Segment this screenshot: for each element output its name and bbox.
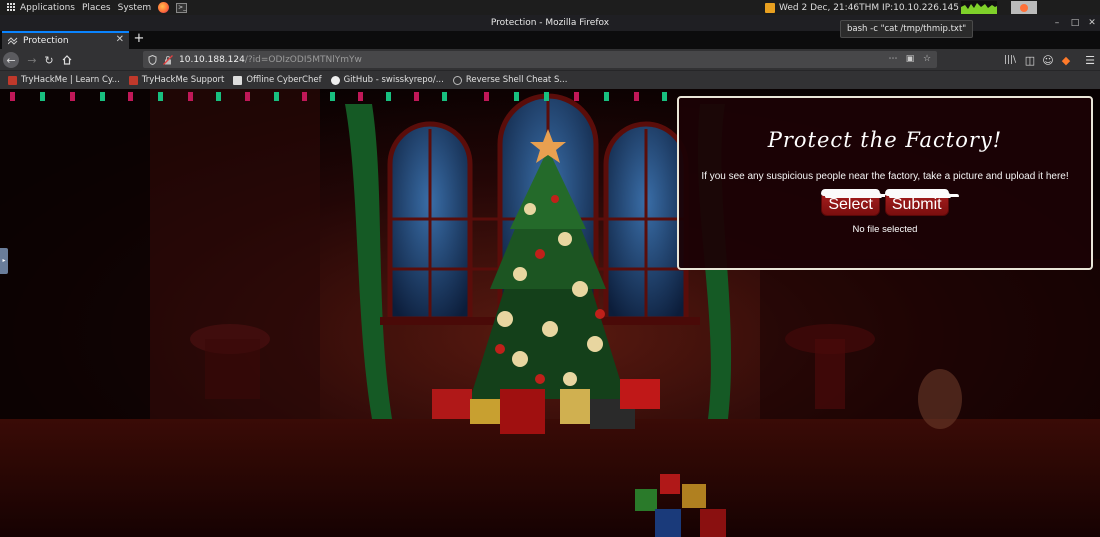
page-title: Protect the Factory! <box>767 128 1003 152</box>
library-button[interactable]: |||\ <box>1002 52 1018 68</box>
sidebars-button[interactable]: ◫ <box>1022 52 1038 68</box>
maximize-icon[interactable]: □ <box>1066 15 1084 31</box>
bookmark-label: TryHackMe Support <box>141 75 225 85</box>
select-file-button[interactable]: Select <box>821 189 881 216</box>
reload-button[interactable]: ↻ <box>41 52 57 68</box>
hamburger-menu-icon: ☰ <box>1085 53 1095 67</box>
bookmark-reverse-shell[interactable]: Reverse Shell Cheat S... <box>452 75 568 85</box>
account-icon: ☺ <box>1042 53 1054 67</box>
url-path: /?id=ODIzODI5MTNlYmYw <box>244 54 362 65</box>
applications-menu[interactable]: Applications <box>7 3 75 13</box>
sidebar-toggle-tab[interactable]: ▸ <box>0 248 8 274</box>
navigation-toolbar: ← → ↻ 10.10.188.124 /?id=ODIzODI5MTNlYmY… <box>0 49 1100 70</box>
tryhackme-icon <box>8 75 17 85</box>
reload-icon: ↻ <box>44 53 54 67</box>
bookmark-label: GitHub - swisskyrepo/... <box>343 75 444 85</box>
window-title: Protection - Mozilla Firefox <box>490 18 610 28</box>
forward-button[interactable]: → <box>24 52 40 68</box>
tab-label: Protection <box>23 36 69 46</box>
shield-icon[interactable] <box>148 54 157 65</box>
sidebar-icon: ◫ <box>1024 53 1036 67</box>
upload-button-row: Select Submit <box>679 189 1091 216</box>
upload-instructions: If you see any suspicious people near th… <box>701 171 1069 182</box>
cyberchef-icon <box>233 75 243 85</box>
firefox-icon <box>158 2 170 13</box>
account-button[interactable]: ☺ <box>1040 52 1056 68</box>
select-button-label: Select <box>828 196 873 213</box>
thm-ip-indicator[interactable]: THM IP:10.10.226.145 <box>859 3 959 13</box>
home-icon <box>62 55 72 65</box>
cpu-graph[interactable] <box>961 1 998 14</box>
tab-favicon-icon <box>8 37 18 45</box>
back-button[interactable]: ← <box>3 52 19 68</box>
close-tab-icon[interactable]: ✕ <box>116 34 124 45</box>
terminal-icon: >_ <box>176 2 188 13</box>
tab-protection[interactable]: Protection ✕ <box>2 31 129 49</box>
upload-panel: Protect the Factory! If you see any susp… <box>677 96 1093 270</box>
places-label: Places <box>81 2 111 13</box>
clock[interactable]: Wed 2 Dec, 21:46 <box>779 3 859 13</box>
submit-button-label: Submit <box>891 196 942 213</box>
library-icon: |||\ <box>1003 55 1017 65</box>
minimize-icon[interactable]: – <box>1048 15 1066 31</box>
submit-button[interactable]: Submit <box>884 189 949 216</box>
back-arrow-icon: ← <box>6 53 16 67</box>
bookmark-label: TryHackMe | Learn Cy... <box>21 75 120 85</box>
home-button[interactable] <box>59 52 75 68</box>
page-viewport: ▸ Protect the Factory! If you see any su… <box>0 89 1100 537</box>
pocket-icon[interactable]: ▣ <box>904 53 916 65</box>
notes-icon[interactable] <box>765 2 775 13</box>
bookmark-label: Offline CyberChef <box>246 75 322 85</box>
bookmarks-toolbar: TryHackMe | Learn Cy... TryHackMe Suppor… <box>0 70 1100 89</box>
system-menu[interactable]: System <box>118 3 152 13</box>
forward-arrow-icon: → <box>27 53 37 67</box>
file-status: No file selected <box>852 224 918 235</box>
new-tab-button[interactable]: + <box>132 31 146 49</box>
tryhackme-support-icon <box>128 75 138 85</box>
bookmark-github[interactable]: GitHub - swisskyrepo/... <box>330 75 444 85</box>
menu-button[interactable]: ☰ <box>1082 52 1098 68</box>
close-window-icon[interactable]: ✕ <box>1083 15 1100 31</box>
tooltip: bash -c "cat /tmp/thmip.txt" <box>840 20 974 38</box>
system-label: System <box>117 2 152 13</box>
panel-tray: Wed 2 Dec, 21:46 THM IP:10.10.226.145 <box>765 0 1038 15</box>
url-bar[interactable]: 10.10.188.124 /?id=ODIzODI5MTNlYmYw ⋯ ▣ … <box>143 51 937 68</box>
bookmark-tryhackme[interactable]: TryHackMe | Learn Cy... <box>8 75 120 85</box>
tray-firefox-window[interactable] <box>1011 1 1038 14</box>
firefox-tray-icon <box>1020 3 1029 12</box>
bookmark-tryhackme-support[interactable]: TryHackMe Support <box>128 75 225 85</box>
firefox-launcher[interactable] <box>158 2 170 13</box>
insecure-lock-icon[interactable] <box>163 54 173 65</box>
url-host: 10.10.188.124 <box>179 54 245 65</box>
places-menu[interactable]: Places <box>82 3 111 13</box>
chevron-right-icon: ▸ <box>2 257 6 264</box>
apps-grid-icon <box>7 3 16 12</box>
applications-label: Applications <box>20 2 75 13</box>
fox-extension-icon: ◆ <box>1061 53 1071 67</box>
bookmark-star-icon[interactable]: ☆ <box>921 53 933 65</box>
terminal-launcher[interactable]: >_ <box>176 2 188 13</box>
github-icon <box>330 75 340 85</box>
bookmark-label: Reverse Shell Cheat S... <box>465 75 568 85</box>
bookmark-cyberchef[interactable]: Offline CyberChef <box>233 75 322 85</box>
page-actions-icon[interactable]: ⋯ <box>887 53 899 65</box>
foxyproxy-button[interactable]: ◆ <box>1058 52 1074 68</box>
desktop-top-panel: Applications Places System >_ Wed 2 Dec,… <box>0 0 1100 15</box>
globe-icon <box>452 75 462 85</box>
